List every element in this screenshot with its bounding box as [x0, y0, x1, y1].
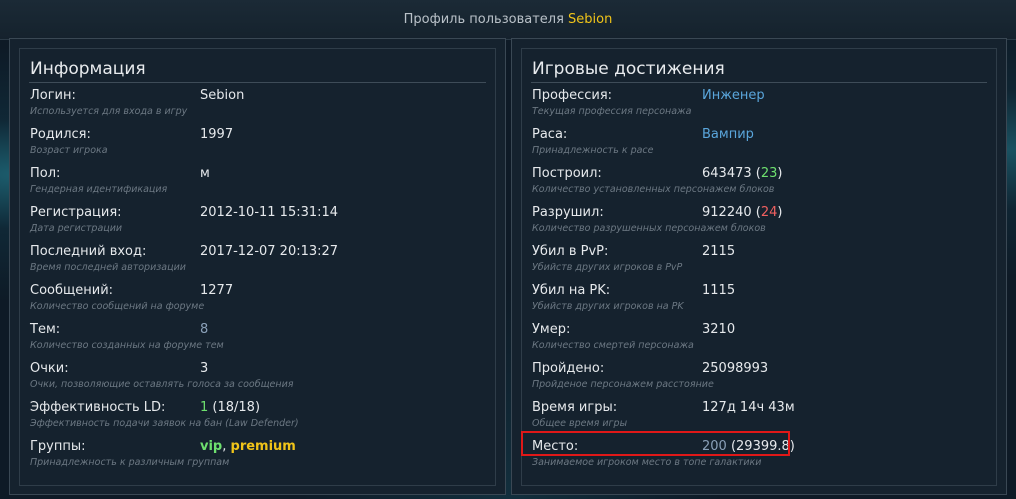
row-label: Эффективность LD:: [30, 400, 166, 415]
row-hint: Очки, позволяющие оставлять голоса за со…: [30, 379, 294, 390]
row-value: Sebion: [200, 88, 245, 103]
ld-efficiency-ratio: (18/18): [208, 400, 261, 415]
row-label: Сообщений:: [30, 283, 114, 298]
row-value: 1115: [702, 283, 736, 298]
row-label: Профессия:: [532, 88, 613, 103]
row-label: Время игры:: [532, 400, 618, 415]
info-row-points: Очки: Очки, позволяющие оставлять голоса…: [30, 361, 495, 397]
row-value: 2017-12-07 20:13:27: [200, 244, 339, 259]
race-value[interactable]: Вампир: [702, 127, 754, 142]
row-value: 25098993: [702, 361, 769, 376]
row-hint: Возраст игрока: [30, 145, 108, 156]
row-label: Последний вход:: [30, 244, 147, 259]
row-label: Тем:: [30, 322, 61, 337]
row-hint: Убийств других игроков на PK: [532, 301, 684, 312]
ach-row-distance: Пройдено: Пройденое персонажем расстояни…: [532, 361, 996, 397]
row-value: 1997: [200, 127, 234, 142]
row-hint: Пройденое персонажем расстояние: [532, 379, 714, 390]
achievements-title-divider: [531, 82, 987, 83]
destroyed-close: ): [777, 205, 783, 220]
info-row-last-login: Последний вход: Время последней авториза…: [30, 244, 495, 280]
row-value: 3210: [702, 322, 736, 337]
destroyed-delta: 24: [760, 205, 778, 220]
row-hint: Принадлежность к различным группам: [30, 457, 230, 468]
ach-row-destroyed: Разрушил: Количество разрушенных персона…: [532, 205, 996, 241]
ach-row-built: Построил: Количество установленных персо…: [532, 166, 996, 202]
info-panel: Информация Логин: Используется для входа…: [9, 38, 506, 495]
row-label: Построил:: [532, 166, 602, 181]
ach-row-pk-kills: Убил на PK: Убийств других игроков на PK…: [532, 283, 996, 319]
row-label: Родился:: [30, 127, 91, 142]
row-hint: Количество созданных на форуме тем: [30, 340, 224, 351]
row-label: Убил в PvP:: [532, 244, 609, 259]
header-title: Профиль пользователя: [403, 12, 564, 27]
row-value: 2012-10-11 15:31:14: [200, 205, 339, 220]
row-value: 1277: [200, 283, 234, 298]
info-row-login: Логин: Используется для входа в игру Seb…: [30, 88, 495, 124]
row-hint: Используется для входа в игру: [30, 106, 188, 117]
ach-row-deaths: Умер: Количество смертей персонажа 3210: [532, 322, 996, 358]
row-label: Группы:: [30, 439, 86, 454]
achievements-panel: Игровые достижения Профессия: Текущая пр…: [511, 38, 1007, 495]
row-value: 2115: [702, 244, 736, 259]
row-label: Логин:: [30, 88, 76, 103]
row-value: 127д 14ч 43м: [702, 400, 795, 415]
row-value: 1 (18/18): [200, 400, 260, 415]
built-total: 643473 (: [702, 166, 761, 181]
group-premium[interactable]: premium: [231, 439, 296, 454]
row-label: Убил на PK:: [532, 283, 611, 298]
row-value: 912240 (24): [702, 205, 782, 220]
achievements-title: Игровые достижения: [532, 59, 725, 79]
row-label: Пол:: [30, 166, 61, 181]
row-hint: Эффективность подачи заявок на бан (Law …: [30, 418, 299, 429]
info-row-born: Родился: Возраст игрока 1997: [30, 127, 495, 163]
ach-row-pvp-kills: Убил в PvP: Убийств других игроков в PvP…: [532, 244, 996, 280]
row-label: Пройдено:: [532, 361, 605, 376]
info-row-registration: Регистрация: Дата регистрации 2012-10-11…: [30, 205, 495, 241]
info-row-groups: Группы: Принадлежность к различным групп…: [30, 439, 495, 475]
profile-header: Профиль пользователя Sebion: [0, 0, 1016, 40]
row-value: м: [200, 166, 210, 181]
info-title-divider: [29, 82, 486, 83]
row-hint: Гендерная идентификация: [30, 184, 168, 195]
row-hint: Количество сообщений на форуме: [30, 301, 205, 312]
profession-value[interactable]: Инженер: [702, 88, 765, 103]
row-hint: Время последней авторизации: [30, 262, 186, 273]
row-hint: Текущая профессия персонажа: [532, 106, 692, 117]
row-hint: Принадлежность к расе: [532, 145, 654, 156]
header-username[interactable]: Sebion: [568, 12, 612, 27]
topics-link[interactable]: 8: [200, 322, 208, 337]
row-hint: Количество установленных персонажем блок…: [532, 184, 775, 195]
group-vip[interactable]: vip: [200, 439, 222, 454]
ach-row-profession: Профессия: Текущая профессия персонажа И…: [532, 88, 996, 124]
ach-row-race: Раса: Принадлежность к расе Вампир: [532, 127, 996, 163]
info-row-topics: Тем: Количество созданных на форуме тем …: [30, 322, 495, 358]
info-row-messages: Сообщений: Количество сообщений на форум…: [30, 283, 495, 319]
row-value: 3: [200, 361, 209, 376]
row-hint: Количество смертей персонажа: [532, 340, 694, 351]
row-label: Регистрация:: [30, 205, 122, 220]
info-title: Информация: [30, 59, 146, 79]
row-label: Раса:: [532, 127, 568, 142]
row-value: vip, premium: [200, 439, 296, 454]
row-label: Очки:: [30, 361, 69, 376]
row-value: 643473 (23): [702, 166, 782, 181]
row-hint: Дата регистрации: [30, 223, 123, 234]
row-hint: Количество разрушенных персонажем блоков: [532, 223, 766, 234]
group-separator: ,: [222, 439, 231, 454]
row-hint: Убийств других игроков в PvP: [532, 262, 683, 273]
row-label: Умер:: [532, 322, 571, 337]
row-hint: Общее время игры: [532, 418, 628, 429]
row-hint: Занимаемое игроком место в топе галактик…: [532, 457, 762, 468]
info-row-ld-efficiency: Эффективность LD: Эффективность подачи з…: [30, 400, 495, 436]
destroyed-total: 912240 (: [702, 205, 761, 220]
row-label: Разрушил:: [532, 205, 604, 220]
rank-highlight-box: [521, 431, 790, 456]
built-delta: 23: [760, 166, 778, 181]
info-row-gender: Пол: Гендерная идентификация м: [30, 166, 495, 202]
built-close: ): [777, 166, 783, 181]
